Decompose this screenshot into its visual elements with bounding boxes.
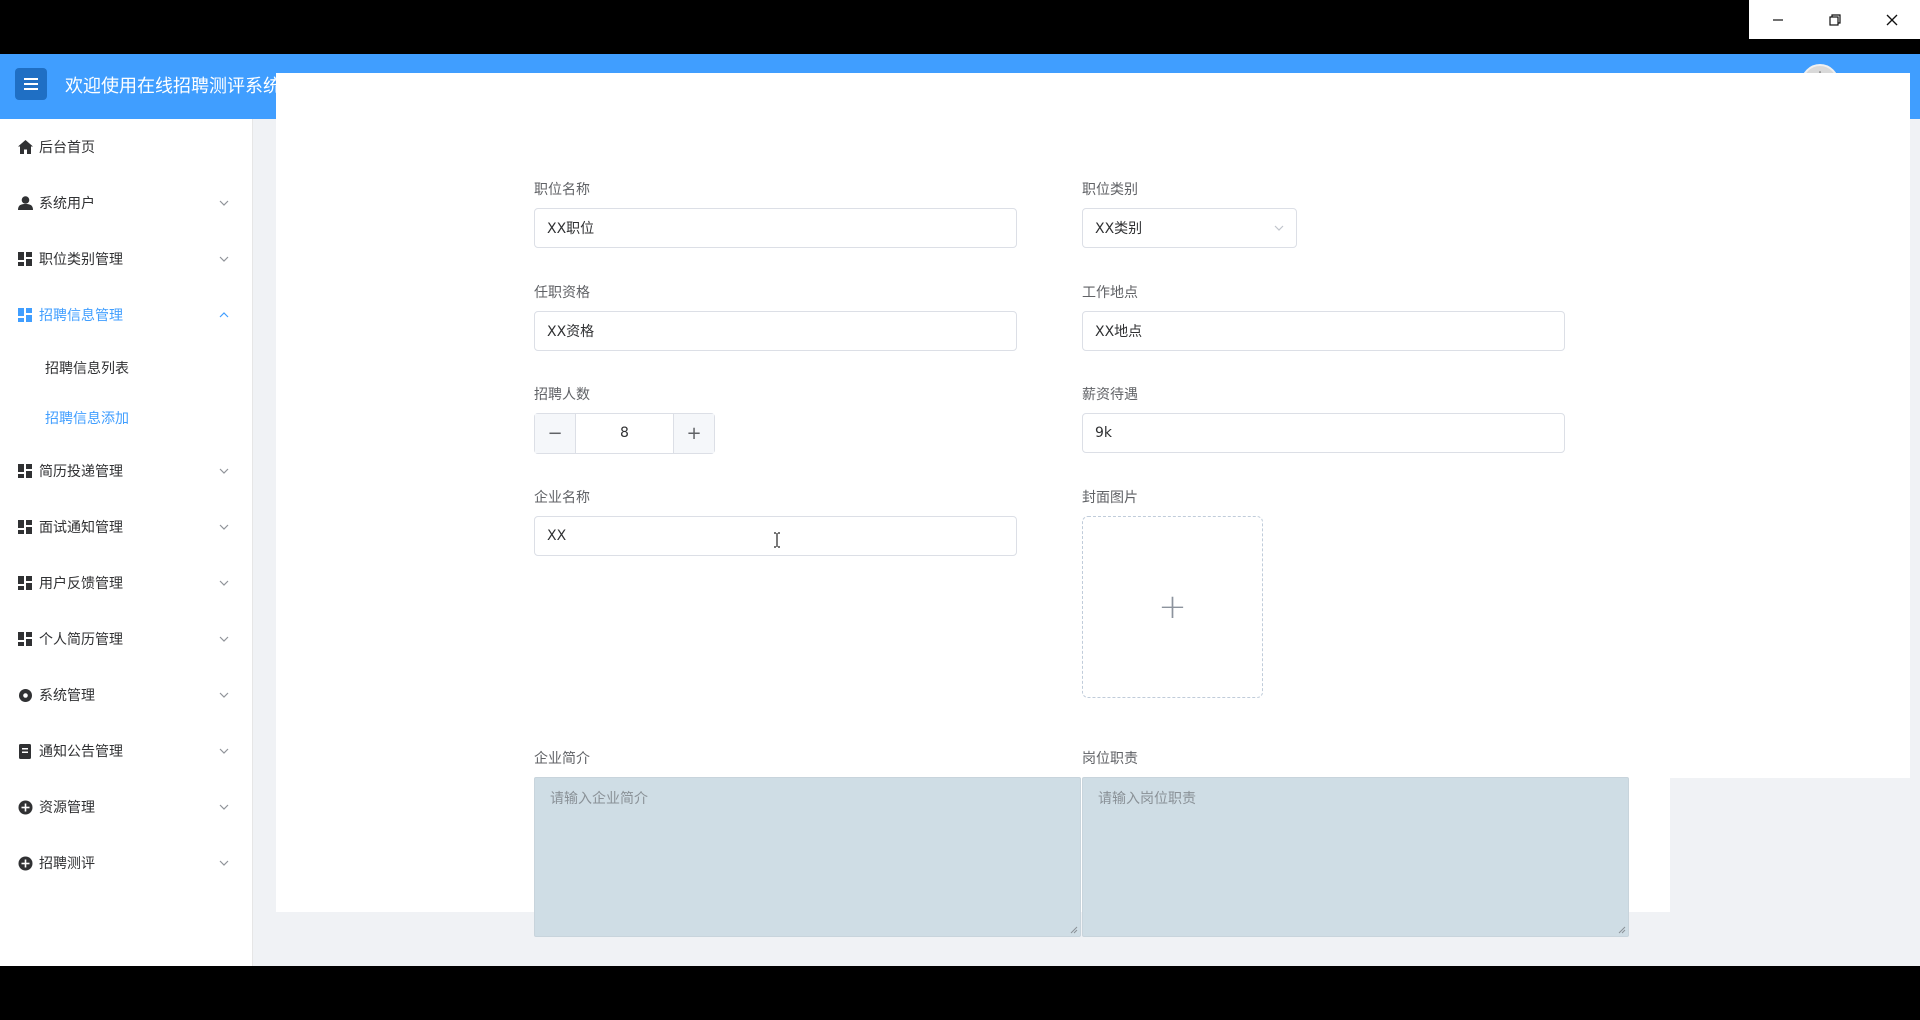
resize-grip-icon[interactable]	[1070, 926, 1078, 934]
grid-icon	[17, 631, 33, 647]
headcount-label: 招聘人数	[534, 387, 590, 403]
sidebar-item-system-users[interactable]: 系统用户	[0, 175, 252, 231]
job-duties-textarea[interactable]: 请输入岗位职责	[1082, 777, 1629, 937]
sidebar-item-label: 招聘测评	[39, 856, 95, 872]
grid-icon	[17, 307, 33, 323]
minimize-button[interactable]	[1749, 0, 1806, 39]
salary-input[interactable]: 9k	[1082, 413, 1565, 453]
headcount-value[interactable]: 8	[576, 414, 673, 453]
job-duties-label: 岗位职责	[1082, 751, 1138, 767]
chevron-down-icon	[218, 465, 230, 477]
content-corner	[1670, 778, 1910, 912]
position-category-value: XX类别	[1095, 221, 1143, 237]
sidebar-item-resource-management[interactable]: 资源管理	[0, 779, 252, 835]
grid-icon	[17, 251, 33, 267]
resize-grip-icon[interactable]	[1618, 926, 1626, 934]
chevron-down-icon	[218, 857, 230, 869]
company-intro-textarea[interactable]: 请输入企业简介	[534, 777, 1081, 937]
position-name-input[interactable]: XX职位	[534, 208, 1017, 248]
plus-icon: +	[1158, 587, 1187, 627]
salary-label: 薪资待遇	[1082, 387, 1138, 403]
sidebar-item-label: 简历投递管理	[39, 464, 123, 480]
qualification-label: 任职资格	[534, 285, 590, 301]
job-duties-placeholder: 请输入岗位职责	[1098, 791, 1196, 807]
minimize-icon	[1772, 18, 1783, 21]
chevron-down-icon	[218, 521, 230, 533]
grid-icon	[17, 519, 33, 535]
sidebar-item-position-category[interactable]: 职位类别管理	[0, 231, 252, 287]
sidebar-item-label: 用户反馈管理	[39, 576, 123, 592]
app-title: 欢迎使用在线招聘测评系统	[65, 76, 281, 97]
sidebar-item-label: 通知公告管理	[39, 744, 123, 760]
close-button[interactable]	[1863, 0, 1920, 39]
company-intro-placeholder: 请输入企业简介	[550, 791, 648, 807]
document-icon	[17, 743, 33, 759]
close-icon	[1886, 14, 1897, 25]
chevron-down-icon	[218, 745, 230, 757]
location-input[interactable]: XX地点	[1082, 311, 1565, 351]
sidebar-item-personal-resume[interactable]: 个人简历管理	[0, 611, 252, 667]
cover-image-upload[interactable]: +	[1082, 516, 1263, 698]
restore-icon	[1828, 13, 1841, 26]
chevron-down-icon	[218, 253, 230, 265]
sidebar-subitem-recruitment-list[interactable]: 招聘信息列表	[0, 343, 252, 393]
restore-button[interactable]	[1806, 0, 1863, 39]
cover-image-label: 封面图片	[1082, 490, 1138, 506]
user-icon	[17, 195, 33, 211]
plus-circle-icon	[17, 799, 33, 815]
bottom-bar	[0, 966, 1920, 1020]
grid-icon	[17, 463, 33, 479]
chevron-down-icon	[218, 689, 230, 701]
sidebar-item-recruitment-evaluation[interactable]: 招聘测评	[0, 835, 252, 891]
window-titlebar	[0, 0, 1920, 54]
chevron-down-icon	[218, 633, 230, 645]
sidebar-item-label: 资源管理	[39, 800, 95, 816]
sidebar-subitem-recruitment-add[interactable]: 招聘信息添加	[0, 393, 252, 443]
text-cursor-icon	[774, 532, 780, 548]
chevron-down-icon	[218, 801, 230, 813]
home-icon	[17, 139, 33, 155]
sidebar: 后台首页 系统用户 职位类别管理 招聘信息管理 招聘信息列表 招聘信息添加 简历…	[0, 119, 253, 966]
decrement-button[interactable]: −	[535, 414, 576, 453]
chevron-down-icon	[218, 577, 230, 589]
sidebar-item-label: 系统用户	[39, 196, 95, 212]
position-name-label: 职位名称	[534, 182, 590, 198]
plus-circle-icon	[17, 855, 33, 871]
position-category-label: 职位类别	[1082, 182, 1138, 198]
sidebar-item-label: 后台首页	[39, 140, 95, 156]
increment-button[interactable]: +	[673, 414, 714, 453]
sidebar-item-label: 招聘信息管理	[39, 308, 123, 324]
chevron-down-icon	[218, 197, 230, 209]
chevron-up-icon	[218, 309, 230, 321]
sidebar-item-label: 个人简历管理	[39, 632, 123, 648]
sidebar-item-notice-management[interactable]: 通知公告管理	[0, 723, 252, 779]
sidebar-item-interview-notice[interactable]: 面试通知管理	[0, 499, 252, 555]
grid-icon	[17, 575, 33, 591]
headcount-stepper: − 8 +	[534, 413, 715, 454]
position-category-select[interactable]: XX类别	[1082, 208, 1297, 248]
hamburger-icon	[24, 78, 38, 90]
sidebar-item-home[interactable]: 后台首页	[0, 119, 252, 175]
company-name-label: 企业名称	[534, 490, 590, 506]
sidebar-item-resume-delivery[interactable]: 简历投递管理	[0, 443, 252, 499]
chevron-down-icon	[1274, 225, 1284, 231]
sidebar-item-label: 职位类别管理	[39, 252, 123, 268]
menu-toggle-button[interactable]	[15, 68, 47, 100]
qualification-input[interactable]: XX资格	[534, 311, 1017, 351]
gear-icon	[17, 687, 33, 703]
sidebar-item-recruitment-info[interactable]: 招聘信息管理	[0, 287, 252, 343]
company-intro-label: 企业简介	[534, 751, 590, 767]
window-controls	[1749, 0, 1920, 39]
location-label: 工作地点	[1082, 285, 1138, 301]
sidebar-item-system-management[interactable]: 系统管理	[0, 667, 252, 723]
sidebar-item-user-feedback[interactable]: 用户反馈管理	[0, 555, 252, 611]
sidebar-item-label: 系统管理	[39, 688, 95, 704]
sidebar-item-label: 面试通知管理	[39, 520, 123, 536]
